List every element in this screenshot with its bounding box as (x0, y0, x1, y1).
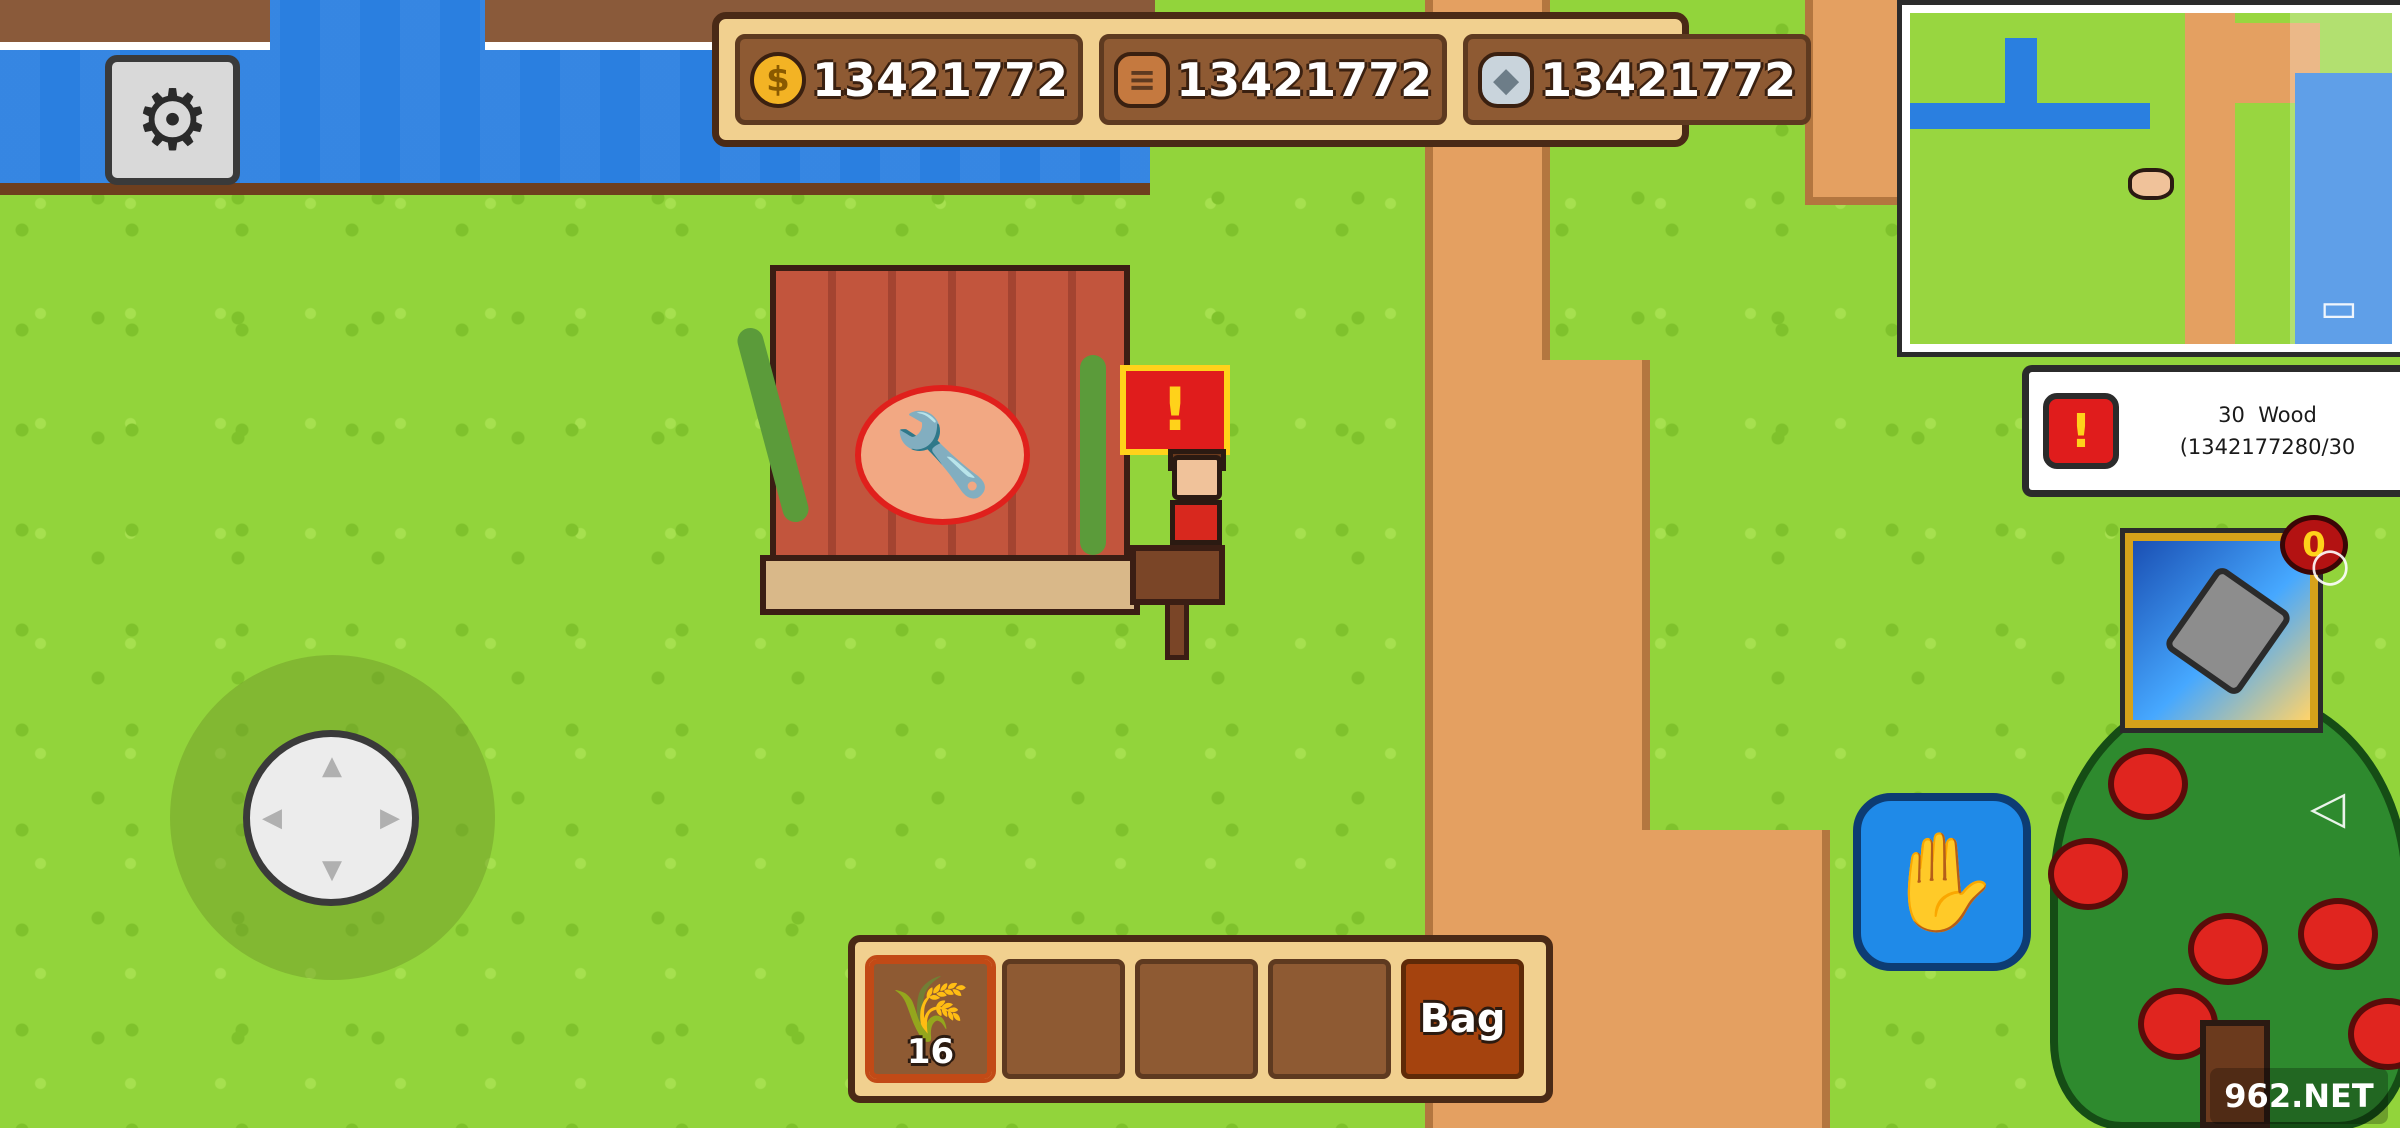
home-nav-icon[interactable]: ○ (2310, 537, 2350, 591)
stone-counter: ◆ 13421772 (1463, 34, 1812, 125)
stone-value: 13421772 (1540, 52, 1797, 107)
minimap-river (2005, 38, 2037, 118)
hotbar-slot[interactable] (1002, 959, 1125, 1079)
broken-shack[interactable]: 🔧 (734, 265, 1140, 655)
hotbar: 🌾 16 Bag (848, 935, 1553, 1103)
apple (2298, 898, 2378, 970)
gold-coin-icon: $ (750, 51, 806, 108)
character-body (1170, 500, 1222, 545)
arrow-right-icon: ▶ (380, 803, 400, 833)
dirt-path (1540, 830, 1830, 1128)
quest-panel[interactable]: ! 30 Wood (1342177280/30 (2022, 365, 2400, 497)
dirt-path (1540, 360, 1650, 840)
minimap-player-icon (2128, 168, 2174, 200)
vine (1080, 355, 1106, 555)
character-head (1172, 455, 1222, 500)
gear-icon: ⚙ (134, 71, 211, 169)
arrow-left-icon: ◀ (262, 803, 282, 833)
dirt-path (1805, 0, 1900, 205)
apple (2188, 913, 2268, 985)
alert-icon: ! (2043, 393, 2119, 469)
player-character (1160, 449, 1230, 545)
alert-icon: ! (1120, 365, 1230, 455)
gold-counter: $ 13421772 (735, 34, 1084, 125)
arrow-down-icon: ▼ (322, 855, 342, 885)
wood-value: 13421772 (1176, 52, 1433, 107)
apple (2348, 998, 2400, 1070)
minimap-path (2185, 13, 2235, 344)
stone-icon: ◆ (1478, 51, 1535, 108)
back-nav-icon[interactable]: ◁ (2310, 780, 2345, 834)
hotbar-slot[interactable]: 🌾 16 (865, 955, 996, 1083)
signpost-pole (1165, 600, 1189, 660)
wrench-icon[interactable]: 🔧 (855, 385, 1030, 525)
wood-log-icon: ≡ (1114, 51, 1171, 108)
watermark: 962.NET (2210, 1068, 2388, 1124)
signpost[interactable] (1130, 545, 1225, 605)
wood-counter: ≡ 13421772 (1099, 34, 1448, 125)
apple (2108, 748, 2188, 820)
axe-chop-icon (2162, 564, 2294, 698)
river-bank (0, 0, 270, 50)
settings-button[interactable]: ⚙ (105, 55, 240, 185)
bag-button[interactable]: Bag (1401, 959, 1524, 1079)
item-count: 16 (906, 1032, 955, 1072)
hotbar-slot[interactable] (1135, 959, 1258, 1079)
joystick-knob[interactable]: ▲ ▼ ◀ ▶ (243, 730, 419, 906)
apple (2048, 838, 2128, 910)
shack-base (760, 555, 1140, 615)
arrow-up-icon: ▲ (322, 751, 342, 781)
hand-icon: ✋ (1882, 825, 2002, 938)
gold-value: 13421772 (812, 52, 1069, 107)
resource-bar: $ 13421772 ≡ 13421772 ◆ 13421772 (712, 12, 1812, 147)
quest-text: 30 Wood (1342177280/30 (2179, 403, 2356, 459)
hotbar-slot[interactable] (1268, 959, 1391, 1079)
recents-nav-icon[interactable]: ▭ (2320, 285, 2358, 331)
interact-button[interactable]: ✋ (1853, 793, 2031, 971)
